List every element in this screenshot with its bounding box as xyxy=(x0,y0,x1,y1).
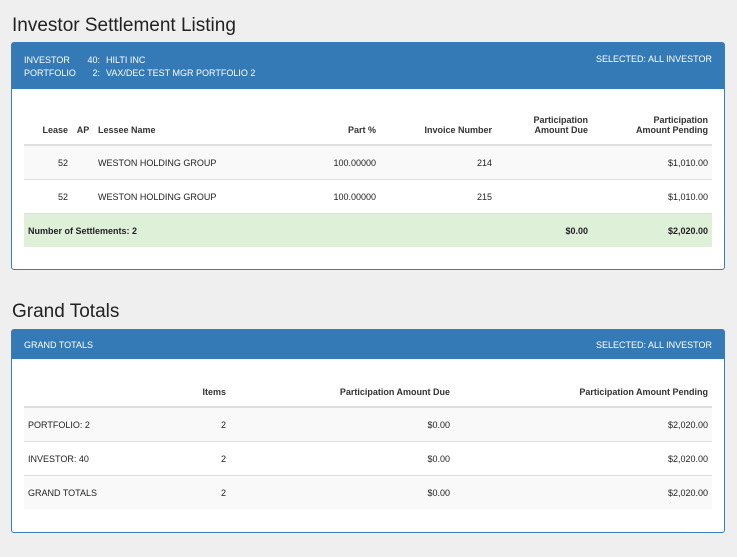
cell-label: PORTFOLIO: 2 xyxy=(24,406,134,442)
table-row: 52 WESTON HOLDING GROUP 100.00000 215 $1… xyxy=(24,179,712,214)
portfolio-name: VAX/DEC TEST MGR PORTFOLIO 2 xyxy=(106,67,256,78)
cell-amount-due: $0.00 xyxy=(230,406,454,442)
cell-items: 2 xyxy=(134,441,230,476)
col-part-percent: Part % xyxy=(294,109,380,146)
cell-lease: 52 xyxy=(24,144,72,180)
cell-part-percent: 100.00000 xyxy=(294,144,380,180)
cell-label: INVESTOR: 40 xyxy=(24,441,134,476)
col-ap: AP xyxy=(72,109,94,146)
cell-amount-pending: $2,020.00 xyxy=(454,406,712,442)
grand-totals-table: Items Participation Amount Due Participa… xyxy=(24,381,712,509)
total-amount-due: $0.00 xyxy=(496,213,592,247)
cell-lease: 52 xyxy=(24,179,72,214)
cell-lessee-name: WESTON HOLDING GROUP xyxy=(94,179,294,214)
col-lessee-name: Lessee Name xyxy=(94,109,294,146)
cell-invoice-number: 215 xyxy=(380,179,496,214)
cell-amount-due: $0.00 xyxy=(230,475,454,509)
table-row: GRAND TOTALS 2 $0.00 $2,020.00 xyxy=(24,475,712,509)
settlement-count: Number of Settlements: 2 xyxy=(24,213,496,247)
col-participation-amount-pending: Participation Amount Pending xyxy=(454,381,712,408)
page-title: Investor Settlement Listing xyxy=(12,15,236,36)
col-pending-line1: Participation xyxy=(653,115,708,125)
cell-ap xyxy=(72,144,94,180)
cell-ap xyxy=(72,179,94,214)
investor-name: HILTI INC xyxy=(106,54,146,65)
selected-filter: SELECTED: ALL INVESTOR xyxy=(595,54,712,64)
col-due-line1: Participation xyxy=(533,115,588,125)
cell-amount-pending: $1,010.00 xyxy=(592,179,712,214)
cell-invoice-number: 214 xyxy=(380,144,496,180)
table-row: PORTFOLIO: 2 2 $0.00 $2,020.00 xyxy=(24,406,712,442)
cell-items: 2 xyxy=(134,475,230,509)
portfolio-label: PORTFOLIO xyxy=(24,67,76,78)
portfolio-number: 2: xyxy=(92,67,100,78)
col-due-line2: Amount Due xyxy=(534,125,589,135)
col-items: Items xyxy=(134,381,230,408)
cell-items: 2 xyxy=(134,406,230,442)
cell-amount-due xyxy=(496,179,592,214)
cell-label: GRAND TOTALS xyxy=(24,475,134,509)
settlement-table: Lease AP Lessee Name Part % Invoice Numb… xyxy=(24,109,712,247)
cell-amount-due: $0.00 xyxy=(230,441,454,476)
cell-part-percent: 100.00000 xyxy=(294,179,380,214)
total-amount-pending: $2,020.00 xyxy=(592,213,712,247)
table-row: 52 WESTON HOLDING GROUP 100.00000 214 $1… xyxy=(24,144,712,180)
grand-totals-table-wrap: Items Participation Amount Due Participa… xyxy=(12,359,724,509)
col-blank xyxy=(24,381,134,408)
settlement-listing-panel: INVESTOR 40: HILTI INC PORTFOLIO 2: VAX/… xyxy=(11,42,725,270)
grand-totals-panel: GRAND TOTALS SELECTED: ALL INVESTOR Item… xyxy=(11,329,725,533)
grand-totals-title: Grand Totals xyxy=(12,301,120,322)
col-invoice-number: Invoice Number xyxy=(380,109,496,146)
col-participation-amount-due: Participation Amount Due xyxy=(496,109,592,146)
investor-label: INVESTOR xyxy=(24,54,70,65)
selected-filter: SELECTED: ALL INVESTOR xyxy=(595,340,712,350)
investor-number: 40: xyxy=(87,54,100,65)
cell-amount-due xyxy=(496,144,592,180)
settlement-listing-header: INVESTOR 40: HILTI INC PORTFOLIO 2: VAX/… xyxy=(12,43,724,89)
col-participation-amount-due: Participation Amount Due xyxy=(230,381,454,408)
table-row: INVESTOR: 40 2 $0.00 $2,020.00 xyxy=(24,441,712,476)
cell-amount-pending: $2,020.00 xyxy=(454,475,712,509)
col-participation-amount-pending: Participation Amount Pending xyxy=(592,109,712,146)
cell-amount-pending: $2,020.00 xyxy=(454,441,712,476)
grand-totals-label: GRAND TOTALS xyxy=(24,340,94,350)
grand-totals-header: GRAND TOTALS SELECTED: ALL INVESTOR xyxy=(12,330,724,359)
cell-lessee-name: WESTON HOLDING GROUP xyxy=(94,144,294,180)
settlement-total-row: Number of Settlements: 2 $0.00 $2,020.00 xyxy=(24,213,712,247)
settlement-table-wrap: Lease AP Lessee Name Part % Invoice Numb… xyxy=(12,89,724,247)
col-lease: Lease xyxy=(24,109,72,146)
cell-amount-pending: $1,010.00 xyxy=(592,144,712,180)
col-pending-line2: Amount Pending xyxy=(636,125,708,135)
